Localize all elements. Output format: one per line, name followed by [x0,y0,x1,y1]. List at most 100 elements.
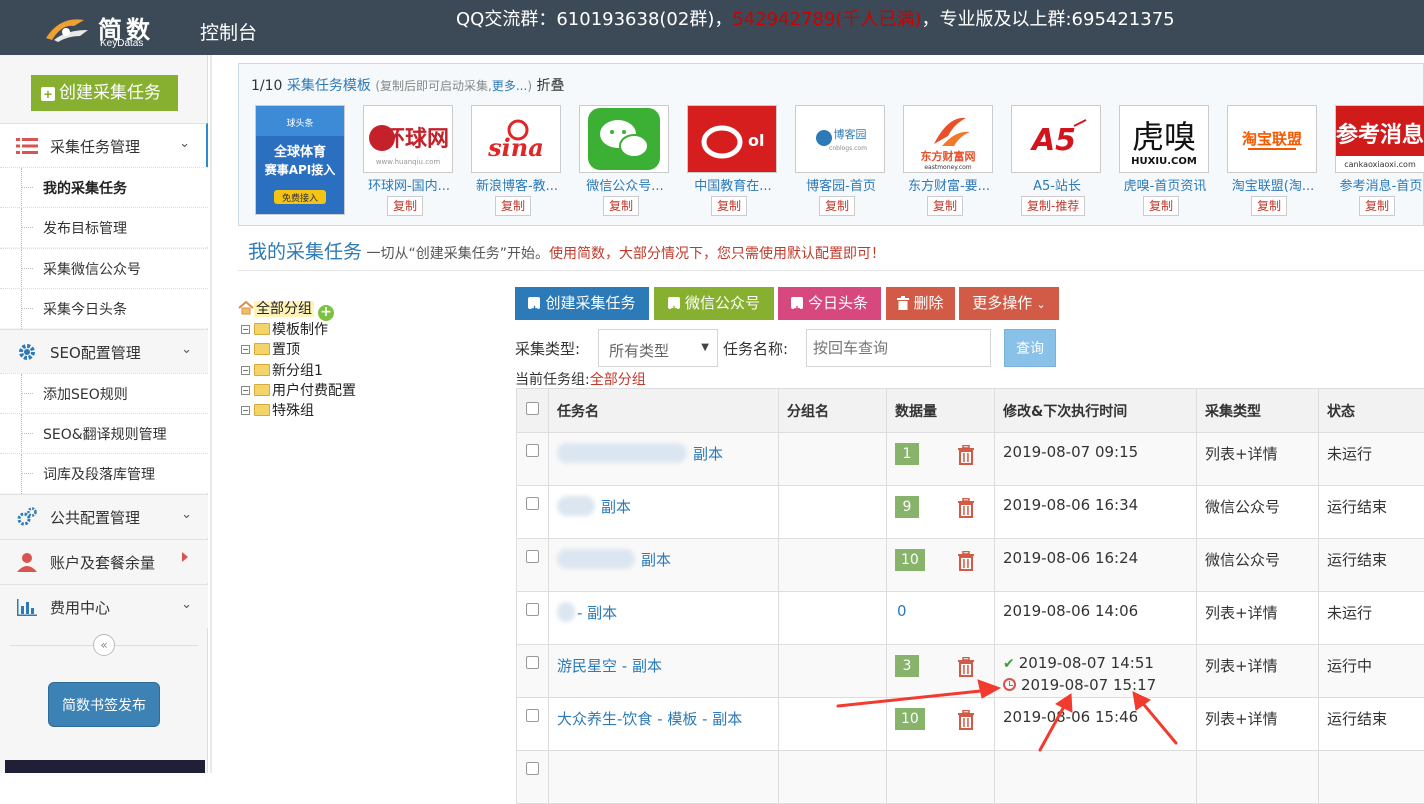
task-name-link[interactable]: 副本 [641,551,671,569]
row-checkbox[interactable] [526,550,539,563]
tree-node[interactable]: −特殊组 [241,400,314,420]
sidebar-section-public-config[interactable]: 公共配置管理 ⌄ [0,494,208,538]
sidebar-section-seo[interactable]: SEO配置管理 ⌄ [0,329,208,373]
logo[interactable]: 简数 KeyDatas [44,8,169,48]
task-name-link[interactable]: 游民星空 - 副本 [557,657,662,675]
row-checkbox[interactable] [526,762,539,775]
template-thumbnail[interactable]: ol [687,105,777,173]
sidebar-collapse-button[interactable]: « [93,634,115,656]
template-name[interactable]: 东方财富-要... [897,175,1001,194]
column-header[interactable]: 数据量 [887,389,995,433]
template-thumbnail[interactable] [579,105,669,173]
sidebar-item-publish-targets[interactable]: 发布目标管理 [0,207,208,247]
tree-node-label[interactable]: 置顶 [272,342,300,358]
template-card-cnblogs[interactable]: 博客园cnblogs.com 博客园-首页 复制 [795,105,887,218]
template-card-huxiu[interactable]: 虎嗅HUXIU.COM 虎嗅-首页资讯 复制 [1119,105,1211,218]
select-all-cell[interactable] [517,389,549,433]
column-header[interactable]: 修改&下次执行时间 [995,389,1197,433]
template-thumbnail[interactable]: 淘宝联盟 [1227,105,1317,173]
template-card-sports-ad[interactable]: 球头条 全球体育 赛事API接入 免费接入 [255,105,347,218]
tree-node[interactable]: − 模板制作 [241,319,328,339]
sidebar-item-add-seo[interactable]: 添加SEO规则 [0,373,208,413]
data-count-badge[interactable]: 10 [895,549,925,571]
template-copy-button[interactable]: 复制 [1143,196,1179,216]
sidebar-create-task-button[interactable]: +创建采集任务 [31,75,178,111]
column-header[interactable]: 状态 [1319,389,1424,433]
data-count-badge[interactable]: 9 [895,496,919,518]
template-card-wechat[interactable]: 微信公众号... 复制 [579,105,671,218]
type-select[interactable]: 所有类型▼ [598,329,718,367]
table-row[interactable] [517,751,1424,804]
data-count-value[interactable]: 0 [895,602,907,620]
template-card-eastmoney[interactable]: 东方财富网eastmoney.com 东方财富-要... 复制 [903,105,995,218]
template-card-huanqiu[interactable]: 环球网www.huanqiu.com 环球网-国内... 复制 [363,105,455,218]
task-name-link[interactable]: 副本 [601,498,631,516]
trash-icon[interactable] [957,551,975,571]
template-copy-button[interactable]: 复制 [711,196,747,216]
collapse-box-icon[interactable]: − [241,325,250,334]
data-count-badge[interactable]: 10 [895,708,925,730]
sidebar-section-task-management[interactable]: 采集任务管理 ⌄ [0,123,208,167]
collapse-box-icon[interactable]: − [241,406,250,415]
template-copy-button[interactable]: 复制-推荐 [1021,196,1085,216]
table-row[interactable]: - 副本 0 2019-08-06 14:06 列表+详情 未运行 [517,592,1424,645]
template-thumbnail[interactable]: 参考消息cankaoxiaoxi.com [1335,105,1424,173]
template-thumbnail[interactable]: 虎嗅HUXIU.COM [1119,105,1209,173]
template-copy-button[interactable]: 复制 [603,196,639,216]
template-name[interactable]: 环球网-国内... [357,175,461,194]
tree-node[interactable]: − 用户付费配置 [241,380,356,400]
table-row[interactable]: 副本 10 2019-08-06 16:24 微信公众号 运行结束 [517,539,1424,592]
template-name[interactable]: 中国教育在... [681,175,785,194]
template-card-sina[interactable]: sina 新浪博客-教... 复制 [471,105,563,218]
tree-node[interactable]: −置顶 [241,339,300,359]
template-copy-button[interactable]: 复制 [1359,196,1395,216]
data-count-badge[interactable]: 3 [895,655,919,677]
template-name[interactable]: 虎嗅-首页资讯 [1113,175,1217,194]
bookmark-publish-button[interactable]: 简数书签发布 [48,682,160,727]
row-checkbox[interactable] [526,444,539,457]
table-row[interactable]: 游民星空 - 副本 3 ✔2019-08-07 14:51 2019-08-07… [517,645,1424,698]
trash-icon[interactable] [957,498,975,518]
template-copy-button[interactable]: 复制 [495,196,531,216]
template-thumbnail[interactable]: sina [471,105,561,173]
template-more-link[interactable]: 更多... [492,79,527,93]
tree-node-label[interactable]: 模板制作 [272,322,328,338]
task-name-input[interactable] [806,329,991,367]
sidebar-item-lexicon[interactable]: 词库及段落库管理 [0,453,208,493]
template-thumbnail[interactable]: 东方财富网eastmoney.com [903,105,993,173]
create-task-button[interactable]: 创建采集任务 [515,287,649,320]
more-actions-button[interactable]: 更多操作 ⌄ [959,287,1059,320]
tree-node-label[interactable]: 用户付费配置 [272,383,356,399]
row-checkbox[interactable] [526,656,539,669]
task-name-link[interactable]: - 副本 [577,604,617,622]
template-copy-button[interactable]: 复制 [819,196,855,216]
template-card-taobao-union[interactable]: 淘宝联盟 淘宝联盟(淘... 复制 [1227,105,1319,218]
template-thumbnail[interactable]: 博客园cnblogs.com [795,105,885,173]
table-row[interactable]: 副本 1 2019-08-07 09:15 列表+详情 未运行 [517,433,1424,486]
collapse-box-icon[interactable]: − [241,366,250,375]
tree-root[interactable]: 全部分组+ [238,298,334,318]
task-name-link[interactable]: 副本 [693,445,723,463]
template-card-cankaoxiaoxi[interactable]: 参考消息cankaoxiaoxi.com 参考消息-首页 复制 [1335,105,1424,218]
template-name[interactable]: 淘宝联盟(淘... [1221,175,1325,194]
table-row[interactable]: 大众养生-饮食 - 模板 - 副本 10 2019-08-06 15:46 列表… [517,698,1424,751]
delete-button[interactable]: 删除 [886,287,955,320]
collapse-box-icon[interactable]: − [241,386,250,395]
row-checkbox[interactable] [526,709,539,722]
template-copy-button[interactable]: 复制 [1251,196,1287,216]
template-thumbnail[interactable]: 环球网www.huanqiu.com [363,105,453,173]
template-name[interactable]: 微信公众号... [573,175,677,194]
column-header[interactable]: 分组名 [779,389,887,433]
sidebar-section-billing[interactable]: 费用中心 ⌄ [0,584,208,628]
tree-root-label[interactable]: 全部分组 [254,301,314,317]
wechat-task-button[interactable]: 微信公众号 [654,287,774,320]
select-all-checkbox[interactable] [526,402,539,415]
template-name[interactable]: 参考消息-首页 [1329,175,1424,194]
template-name[interactable]: 博客园-首页 [789,175,893,194]
table-row[interactable]: 副本 9 2019-08-06 16:34 微信公众号 运行结束 [517,486,1424,539]
tree-node[interactable]: −新分组1 [241,360,323,380]
trash-icon[interactable] [957,710,975,730]
task-name-link[interactable]: 大众养生-饮食 - 模板 - 副本 [557,710,742,728]
column-header[interactable]: 任务名 [549,389,779,433]
template-card-eol[interactable]: ol 中国教育在... 复制 [687,105,779,218]
